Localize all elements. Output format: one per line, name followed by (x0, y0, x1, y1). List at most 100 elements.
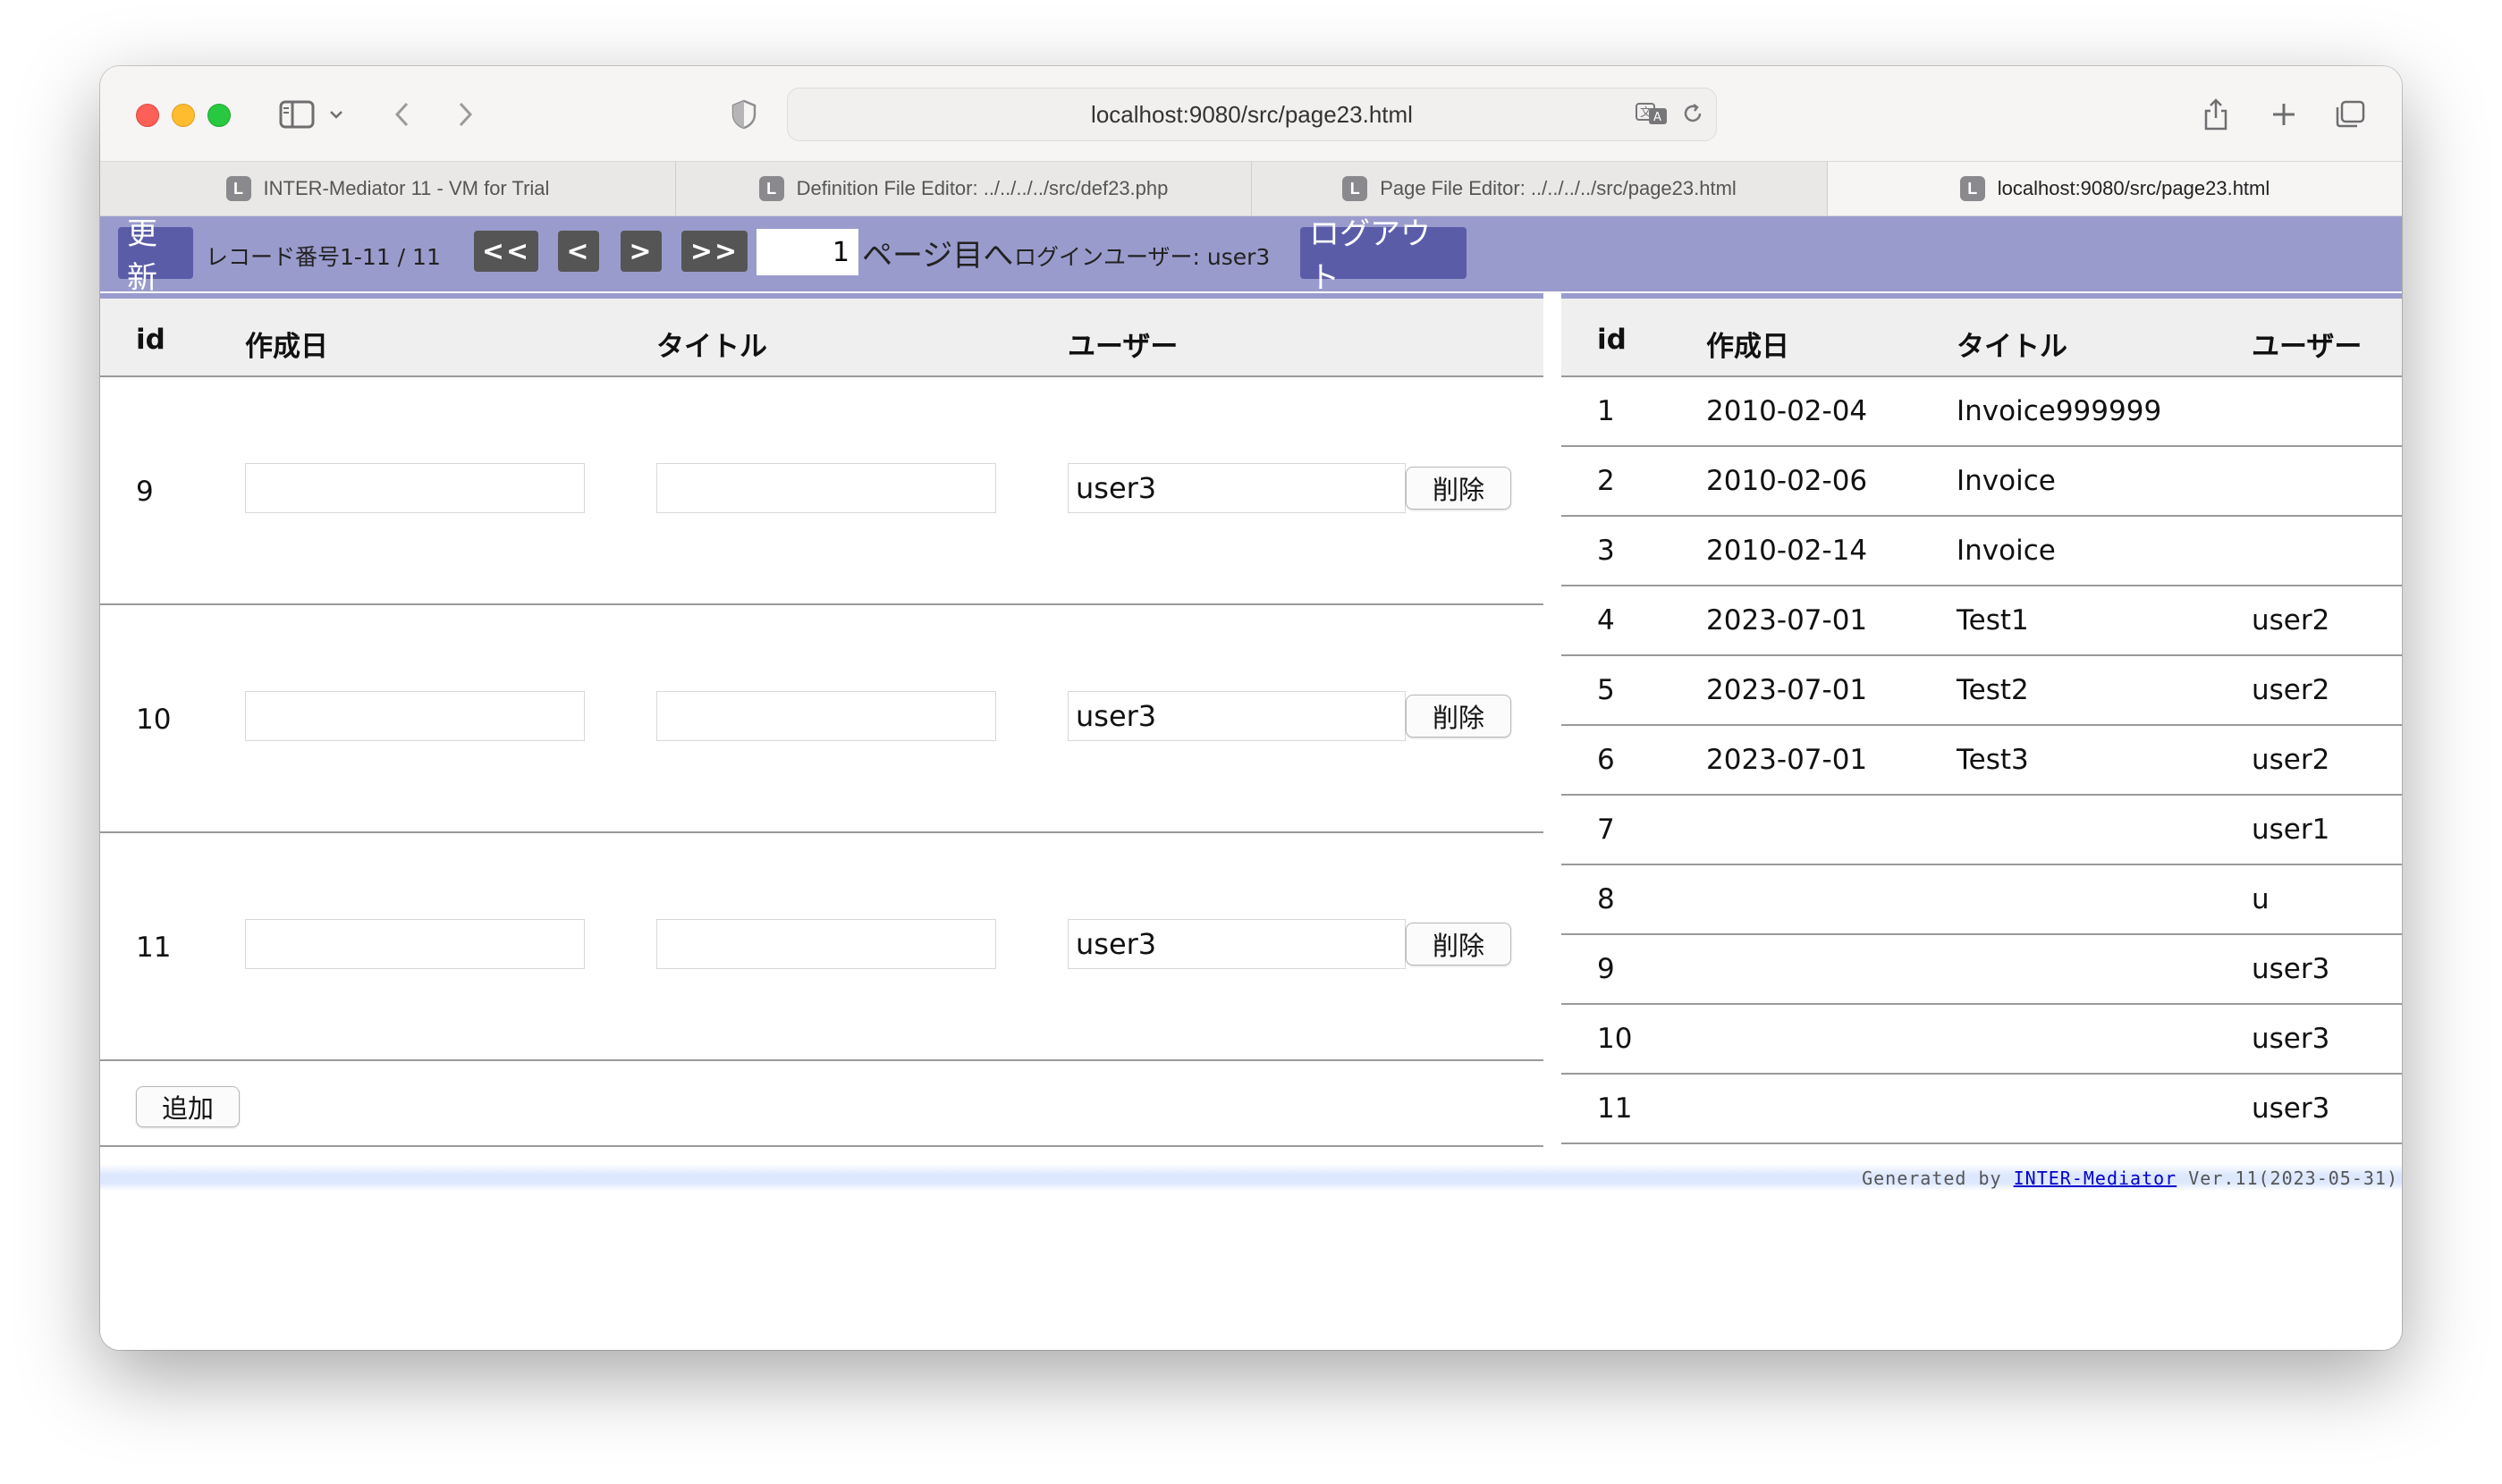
back-arrow-icon[interactable] (385, 93, 420, 136)
created-date-input[interactable] (245, 463, 585, 513)
browser-tab-active[interactable]: L localhost:9080/src/page23.html (1828, 162, 2402, 215)
tab-overview-icon[interactable] (2330, 93, 2370, 136)
table-row: 11 user3 (1561, 1075, 2402, 1144)
browser-tab[interactable]: L Page File Editor: ../../../../src/page… (1252, 162, 1828, 215)
cell-title: Invoice (1957, 465, 2056, 497)
cell-created: 2023-07-01 (1706, 744, 1868, 776)
forward-arrow-icon[interactable] (447, 93, 483, 136)
reload-icon[interactable] (1677, 96, 1709, 131)
cell-id: 11 (1597, 1092, 1633, 1125)
favicon-icon: L (1959, 176, 1985, 201)
cell-user: user2 (2252, 744, 2330, 776)
tab-bar: L INTER-Mediator 11 - VM for Trial L Def… (100, 161, 2402, 216)
page-number-input[interactable] (757, 229, 858, 275)
share-icon[interactable] (2196, 93, 2236, 136)
column-header: ユーザー (2252, 331, 2363, 363)
cell-id: 10 (1597, 1023, 1633, 1055)
cell-user: user1 (2252, 814, 2330, 846)
cell-id: 5 (1597, 674, 1615, 706)
tab-label: Page File Editor: ../../../../src/page23… (1380, 177, 1737, 199)
column-header: 作成日 (1706, 331, 1789, 363)
page-suffix-label: ページ目へ (862, 238, 1014, 274)
footer-prefix: Generated by (1862, 1168, 2014, 1189)
translate-icon[interactable]: 文A (1632, 96, 1671, 131)
user-input[interactable] (1068, 691, 1406, 741)
table-row: 3 2010-02-14 Invoice (1561, 517, 2402, 586)
url-text[interactable]: localhost:9080/src/page23.html (788, 101, 1716, 129)
user-input[interactable] (1068, 919, 1406, 969)
column-header: id (136, 324, 165, 356)
favicon-icon: L (1342, 176, 1368, 201)
cell-id: 8 (1597, 883, 1615, 915)
cell-created: 2010-02-06 (1706, 465, 1868, 497)
cell-id: 3 (1597, 535, 1615, 567)
cell-user: user2 (2252, 674, 2330, 706)
cell-user: user3 (2252, 1092, 2330, 1125)
add-button[interactable]: 追加 (136, 1086, 240, 1127)
column-header: タイトル (656, 331, 767, 363)
cell-title: Test2 (1957, 674, 2029, 706)
cell-title: Test1 (1957, 604, 2029, 637)
browser-tab[interactable]: L INTER-Mediator 11 - VM for Trial (100, 162, 676, 215)
cell-id: 9 (1597, 953, 1615, 985)
refresh-button[interactable]: 更新 (118, 216, 193, 296)
table-row: 4 2023-07-01 Test1 user2 (1561, 586, 2402, 656)
chevron-down-icon[interactable] (325, 93, 347, 136)
close-window-button[interactable] (136, 104, 159, 127)
record-info: レコード番号1-11 / 11 (206, 244, 441, 270)
address-bar[interactable]: localhost:9080/src/page23.html 文A (787, 88, 1717, 141)
favicon-icon: L (758, 176, 784, 201)
cell-id: 7 (1597, 814, 1615, 846)
footer: Generated by INTER-Mediator Ver.11(2023-… (100, 1164, 2402, 1191)
table-row: 6 2023-07-01 Test3 user2 (1561, 726, 2402, 796)
cell-user: u (2252, 883, 2270, 915)
next-page-button[interactable]: > (621, 231, 662, 272)
footer-version: Ver.11(2023-05-31) (2177, 1168, 2398, 1189)
sidebar-toggle-icon[interactable] (275, 93, 318, 136)
delete-button[interactable]: 削除 (1406, 695, 1511, 738)
cell-created: 2010-02-04 (1706, 395, 1868, 427)
created-date-input[interactable] (245, 919, 585, 969)
shield-icon[interactable] (726, 93, 762, 136)
cell-user: user3 (2252, 953, 2330, 985)
cell-created: 2010-02-14 (1706, 535, 1868, 567)
table-row: 2 2010-02-06 Invoice (1561, 447, 2402, 517)
minimize-window-button[interactable] (172, 104, 195, 127)
favicon-icon: L (225, 176, 251, 201)
prev-page-button[interactable]: < (558, 231, 599, 272)
zoom-window-button[interactable] (207, 104, 231, 127)
table-row: 9 削除 (100, 377, 1543, 605)
browser-tab[interactable]: L Definition File Editor: ../../../../sr… (676, 162, 1252, 215)
page-content: 更新 レコード番号1-11 / 11 << < > >> ページ目へ ログインユ… (100, 216, 2402, 1350)
cell-title: Invoice (1957, 535, 2056, 567)
column-header: id (1597, 324, 1627, 356)
delete-button[interactable]: 削除 (1406, 467, 1511, 510)
logout-button[interactable]: ログアウト (1300, 216, 1467, 296)
browser-toolbar: localhost:9080/src/page23.html 文A (100, 66, 2402, 161)
created-date-input[interactable] (245, 691, 585, 741)
table-row: 9 user3 (1561, 935, 2402, 1005)
new-tab-icon[interactable] (2264, 93, 2303, 136)
tab-label: INTER-Mediator 11 - VM for Trial (263, 177, 550, 199)
inter-mediator-link[interactable]: INTER-Mediator (2014, 1168, 2177, 1189)
table-header: id 作成日 タイトル ユーザー (1561, 293, 2402, 377)
tab-label: Definition File Editor: ../../../../src/… (796, 177, 1169, 199)
cell-title: Test3 (1957, 744, 2029, 776)
cell-user: user3 (2252, 1023, 2330, 1055)
user-input[interactable] (1068, 463, 1406, 513)
record-navigation-bar: 更新 レコード番号1-11 / 11 << < > >> ページ目へ ログインユ… (100, 216, 2402, 296)
footer-text: Generated by INTER-Mediator Ver.11(2023-… (1862, 1168, 2398, 1189)
first-page-button[interactable]: << (474, 231, 538, 272)
column-header: 作成日 (245, 331, 328, 363)
cell-created: 2023-07-01 (1706, 604, 1868, 637)
title-input[interactable] (656, 919, 996, 969)
browser-window: localhost:9080/src/page23.html 文A L INTE… (100, 66, 2402, 1350)
delete-button[interactable]: 削除 (1406, 923, 1511, 965)
title-input[interactable] (656, 463, 996, 513)
title-input[interactable] (656, 691, 996, 741)
cell-id: 1 (1597, 395, 1615, 427)
last-page-button[interactable]: >> (681, 231, 748, 272)
svg-text:A: A (1653, 111, 1661, 124)
table-header: id 作成日 タイトル ユーザー (100, 293, 1543, 377)
cell-title: Invoice999999 (1957, 395, 2162, 427)
